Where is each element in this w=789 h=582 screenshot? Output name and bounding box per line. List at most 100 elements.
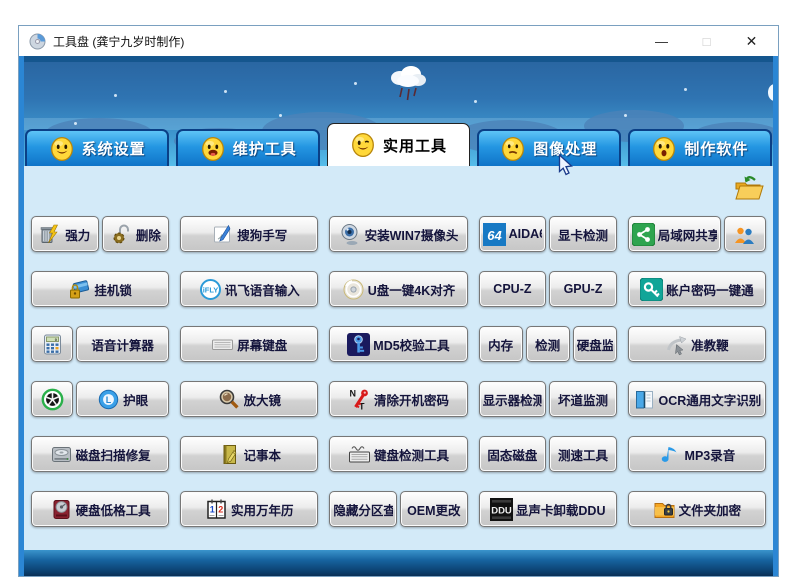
tool-cell: MP3录音	[628, 436, 766, 472]
ocr-book-icon	[633, 388, 656, 411]
tool-button[interactable]	[724, 216, 766, 252]
tool-cell: NT清除开机密码	[329, 381, 467, 417]
tool-button[interactable]: 删除	[102, 216, 170, 252]
tool-button[interactable]: 硬盘监测	[573, 326, 617, 362]
minimize-button[interactable]: —	[639, 27, 684, 55]
tool-button[interactable]: 隐藏分区查看	[329, 491, 397, 527]
tab-label: 图像处理	[533, 138, 597, 159]
tool-button[interactable]: 文件夹加密	[628, 491, 766, 527]
tool-button[interactable]: 固态磁盘	[479, 436, 547, 472]
tool-cell: 账户密码一键通	[628, 271, 766, 307]
tool-cell: CPU-ZGPU-Z	[479, 271, 617, 307]
tab-2[interactable]: 维护工具	[176, 129, 320, 166]
tool-button-label: 显卡检测	[558, 225, 608, 244]
trash-lightning-icon	[39, 223, 62, 246]
disk-drive-icon	[50, 443, 73, 466]
tool-button[interactable]: GPU-Z	[549, 271, 617, 307]
tool-button[interactable]: NT清除开机密码	[329, 381, 467, 417]
tool-button[interactable]: 局域网共享	[628, 216, 721, 252]
tool-button[interactable]: iFLY讯飞语音输入	[180, 271, 318, 307]
tool-button[interactable]: CPU-Z	[479, 271, 547, 307]
tool-cell: L护眼	[31, 381, 169, 417]
smiley-unsure-icon	[500, 136, 526, 162]
tool-button[interactable]: L护眼	[76, 381, 169, 417]
calculator-icon: 0	[41, 333, 64, 356]
tool-button-label: 放大镜	[244, 390, 282, 409]
tool-button-label: 固态磁盘	[487, 445, 537, 464]
tool-button-label: 键盘检测工具	[374, 445, 449, 464]
tool-button[interactable]: 准教鞭	[628, 326, 766, 362]
tool-button[interactable]: 强力	[31, 216, 99, 252]
tool-button-label: 硬盘低格工具	[76, 500, 151, 519]
tool-button-label: 强力	[65, 225, 90, 244]
tool-button[interactable]: 挂机锁	[31, 271, 169, 307]
maximize-button[interactable]: □	[684, 27, 729, 55]
tool-button-label: MP3录音	[685, 445, 736, 464]
magnifier-icon	[218, 388, 241, 411]
tool-button-label: 内存	[488, 335, 513, 354]
tab-1[interactable]: 系统设置	[25, 129, 169, 166]
tool-button-label: 语音计算器	[91, 335, 154, 354]
tool-button-label: 安装WIN7摄像头	[365, 225, 459, 244]
tool-button[interactable]: 12实用万年历	[180, 491, 318, 527]
tool-button-label: 检测	[535, 335, 560, 354]
open-folder-icon[interactable]	[733, 173, 765, 201]
tool-button[interactable]: 搜狗手写	[180, 216, 318, 252]
tool-button-label: 屏幕键盘	[237, 335, 287, 354]
tool-button[interactable]: 64AIDA64	[479, 216, 547, 252]
tool-button[interactable]: 记事本	[180, 436, 318, 472]
tab-label: 维护工具	[233, 138, 297, 159]
close-button[interactable]: ✕	[729, 27, 774, 55]
smiley-tongue-icon	[200, 136, 226, 162]
tab-4[interactable]: 图像处理	[477, 129, 621, 166]
folder-lock-icon	[653, 498, 676, 521]
tool-button[interactable]: 键盘检测工具	[329, 436, 467, 472]
tool-button[interactable]	[31, 381, 73, 417]
tool-button[interactable]: OCR通用文字识别	[628, 381, 766, 417]
tool-cell: 记事本	[180, 436, 318, 472]
tool-button[interactable]: 语音计算器	[76, 326, 169, 362]
tool-button-label: OCR通用文字识别	[659, 390, 762, 409]
tool-cell: 键盘检测工具	[329, 436, 467, 472]
tool-button[interactable]: OEM更改	[400, 491, 468, 527]
tool-button[interactable]: U盘一键4K对齐	[329, 271, 467, 307]
tool-button[interactable]: 坏道监测	[549, 381, 617, 417]
tool-button[interactable]: DDU显声卡卸载DDU	[479, 491, 617, 527]
tool-button-label: 文件夹加密	[679, 500, 742, 519]
bottom-band	[24, 550, 773, 576]
tool-button[interactable]: 显卡检测	[549, 216, 617, 252]
tool-cell: 硬盘低格工具	[31, 491, 169, 527]
tool-button[interactable]: MD5校验工具	[329, 326, 467, 362]
ifly-icon: iFLY	[199, 278, 222, 301]
blue-key-icon	[347, 333, 370, 356]
tool-cell: 安装WIN7摄像头	[329, 216, 467, 252]
app-window: 工具盘 (龚宁九岁时制作) — □ ✕	[18, 25, 779, 577]
tool-button[interactable]: 硬盘低格工具	[31, 491, 169, 527]
tool-cell: 内存 检测硬盘监测	[479, 326, 617, 362]
tab-5[interactable]: 制作软件	[628, 129, 772, 166]
tool-button-label: 挂机锁	[94, 280, 132, 299]
svg-text:N: N	[349, 388, 356, 398]
tool-cell: iFLY讯飞语音输入	[180, 271, 318, 307]
tool-cell: 64AIDA64 显卡检测	[479, 216, 617, 252]
tool-button[interactable]: 显示器检测	[479, 381, 547, 417]
tool-cell: 屏幕键盘	[180, 326, 318, 362]
tool-cell: 文件夹加密	[628, 491, 766, 527]
window-frame: 系统设置 维护工具 实用工具 图像处理 制作软件 强力删除搜狗手写 安装WIN7摄像头 64…	[19, 56, 778, 576]
tab-bar: 系统设置 维护工具 实用工具 图像处理 制作软件	[25, 123, 772, 166]
moon-icon	[768, 84, 773, 101]
tool-button[interactable]: 磁盘扫描修复	[31, 436, 169, 472]
tool-button[interactable]: 检测	[526, 326, 570, 362]
tool-button[interactable]: 放大镜	[180, 381, 318, 417]
aida64-icon: 64	[483, 223, 506, 246]
tool-button[interactable]: 安装WIN7摄像头	[329, 216, 467, 252]
tool-button[interactable]: 测速工具	[549, 436, 617, 472]
tool-button[interactable]: 账户密码一键通	[628, 271, 766, 307]
tool-button[interactable]: 0	[31, 326, 73, 362]
tool-button-label: 账户密码一键通	[666, 280, 754, 299]
tool-button[interactable]: 屏幕键盘	[180, 326, 318, 362]
tool-button[interactable]: MP3录音	[628, 436, 766, 472]
tab-3[interactable]: 实用工具	[327, 123, 469, 166]
tool-cell: 挂机锁	[31, 271, 169, 307]
tool-button[interactable]: 内存	[479, 326, 523, 362]
